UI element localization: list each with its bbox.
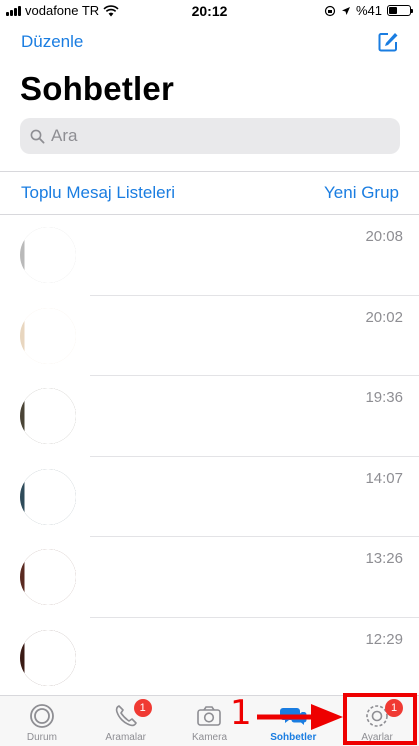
links-row: Toplu Mesaj Listeleri Yeni Grup <box>0 172 419 214</box>
compose-icon[interactable] <box>377 31 399 53</box>
edit-button[interactable]: Düzenle <box>21 32 83 52</box>
battery-icon <box>387 5 413 16</box>
new-group-link[interactable]: Yeni Grup <box>324 183 399 203</box>
avatar <box>20 307 76 364</box>
chat-row[interactable]: 13:26 <box>0 537 419 618</box>
chat-row[interactable]: 20:08 <box>0 215 419 296</box>
search-input[interactable]: Ara <box>51 126 77 146</box>
chat-row[interactable]: 12:29 <box>0 618 419 699</box>
status-bar: vodafone TR 20:12 %41 <box>0 0 419 22</box>
chat-time: 14:07 <box>365 469 403 487</box>
chat-list: 20:08 20:02 19:36 14:07 13:26 12:29 <box>0 215 419 699</box>
chat-time: 20:08 <box>365 228 403 245</box>
chat-time: 12:29 <box>365 630 403 648</box>
annotation-step-number: 1 <box>230 693 252 733</box>
chat-time: 19:36 <box>365 389 403 407</box>
camera-icon <box>197 706 222 726</box>
avatar <box>20 549 76 606</box>
chat-row[interactable]: 19:36 <box>0 376 419 457</box>
annotation-arrow-icon <box>257 704 343 730</box>
battery-percent: %41 <box>355 3 382 18</box>
tab-label: Aramalar <box>105 732 146 743</box>
status-right: %41 <box>324 3 413 18</box>
page-title: Sohbetler <box>20 70 174 107</box>
status-icon <box>29 704 54 728</box>
battery-fill <box>389 7 398 14</box>
chat-time: 13:26 <box>365 550 403 568</box>
tab-status[interactable]: Durum <box>0 696 84 746</box>
chat-row[interactable]: 20:02 <box>0 296 419 377</box>
search-bar[interactable]: Ara <box>20 118 400 154</box>
orientation-lock-icon <box>324 5 336 16</box>
tab-label: Durum <box>26 732 57 743</box>
calls-badge: 1 <box>133 699 152 717</box>
location-icon <box>341 6 350 15</box>
tab-label: Sohbetler <box>270 732 317 743</box>
avatar <box>20 388 76 445</box>
avatar <box>20 468 76 525</box>
avatar <box>20 629 76 686</box>
broadcast-lists-link[interactable]: Toplu Mesaj Listeleri <box>21 183 175 203</box>
annotation-highlight-box <box>343 693 417 745</box>
chat-row[interactable]: 14:07 <box>0 457 419 538</box>
chat-time: 20:02 <box>365 308 403 326</box>
tab-label: Kamera <box>191 732 227 743</box>
search-icon <box>30 129 45 144</box>
avatar <box>20 227 76 283</box>
tab-calls[interactable]: 1 Aramalar <box>84 696 168 746</box>
